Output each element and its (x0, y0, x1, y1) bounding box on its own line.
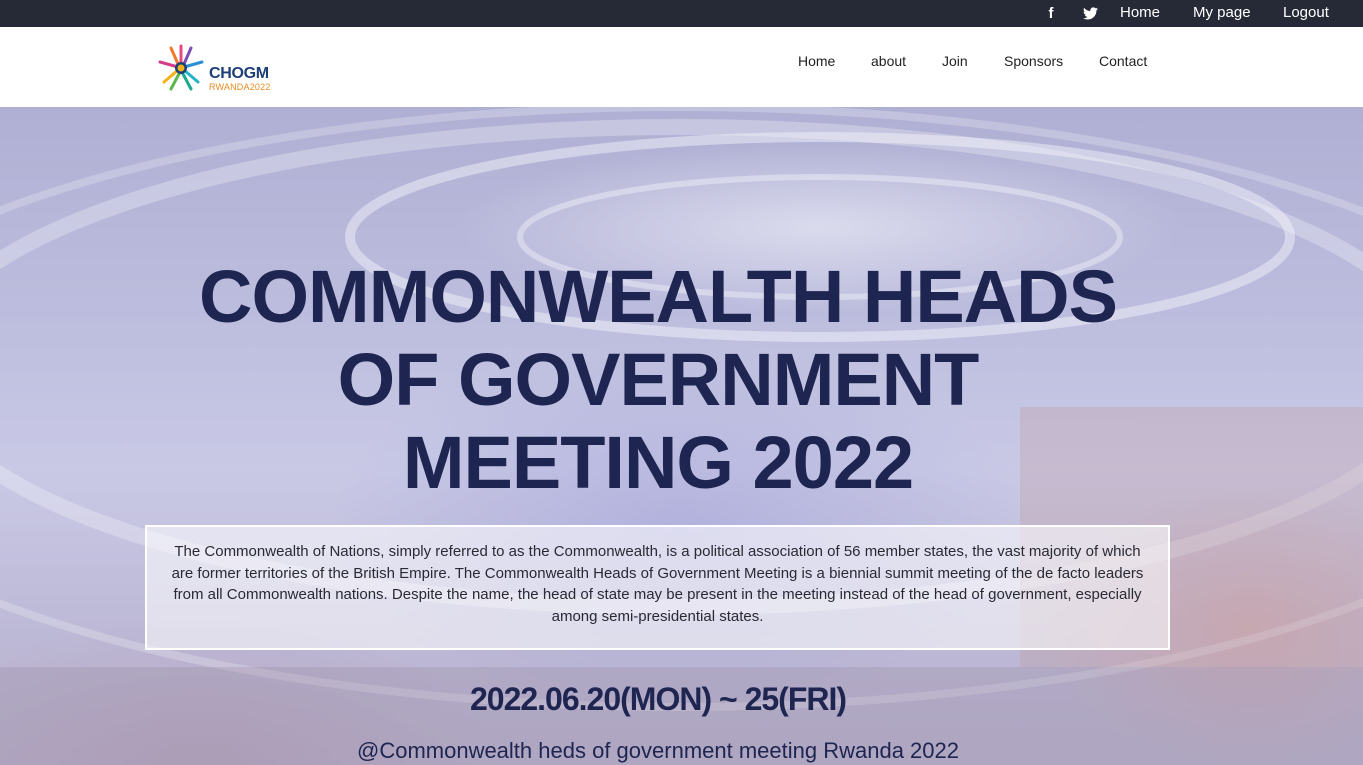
hero-title-line1: COMMONWEALTH HEADS (199, 255, 1118, 338)
chogm-star-logo-icon (158, 44, 204, 91)
event-date: 2022.06.20(MON) ~ 25(FRI) (469, 681, 847, 717)
my-page-link[interactable]: My page (1193, 4, 1251, 21)
top-utility-bar: f Home My page Logout (0, 0, 1363, 27)
event-venue: @Commonwealth heds of government meeting… (356, 738, 959, 763)
nav-home[interactable]: Home (798, 53, 835, 69)
logo-subtitle: RWANDA2022 (209, 82, 271, 92)
main-navbar: CHOGM RWANDA2022 Home about Join Sponsor… (0, 27, 1363, 107)
hero-description-box: The Commonwealth of Nations, simply refe… (145, 525, 1170, 650)
hero-description: The Commonwealth of Nations, simply refe… (171, 543, 1144, 625)
facebook-icon[interactable]: f (1044, 0, 1058, 27)
nav-contact[interactable]: Contact (1099, 53, 1147, 69)
logout-link[interactable]: Logout (1283, 4, 1329, 21)
twitter-icon[interactable] (1081, 0, 1099, 27)
nav-join[interactable]: Join (942, 53, 968, 69)
chogm-logo[interactable]: CHOGM RWANDA2022 (156, 43, 286, 95)
nav-about[interactable]: about (871, 53, 906, 69)
nav-sponsors[interactable]: Sponsors (1004, 53, 1063, 69)
hero-title: COMMONWEALTH HEADS OF GOVERNMENT MEETING… (150, 255, 1166, 504)
hero-title-line3: MEETING 2022 (402, 421, 914, 504)
hero-title-line2: OF GOVERNMENT (337, 338, 980, 421)
top-home-link[interactable]: Home (1120, 4, 1160, 21)
hero-banner: COMMONWEALTH HEADS OF GOVERNMENT MEETING… (0, 107, 1363, 765)
logo-wordmark: CHOGM (209, 65, 269, 82)
